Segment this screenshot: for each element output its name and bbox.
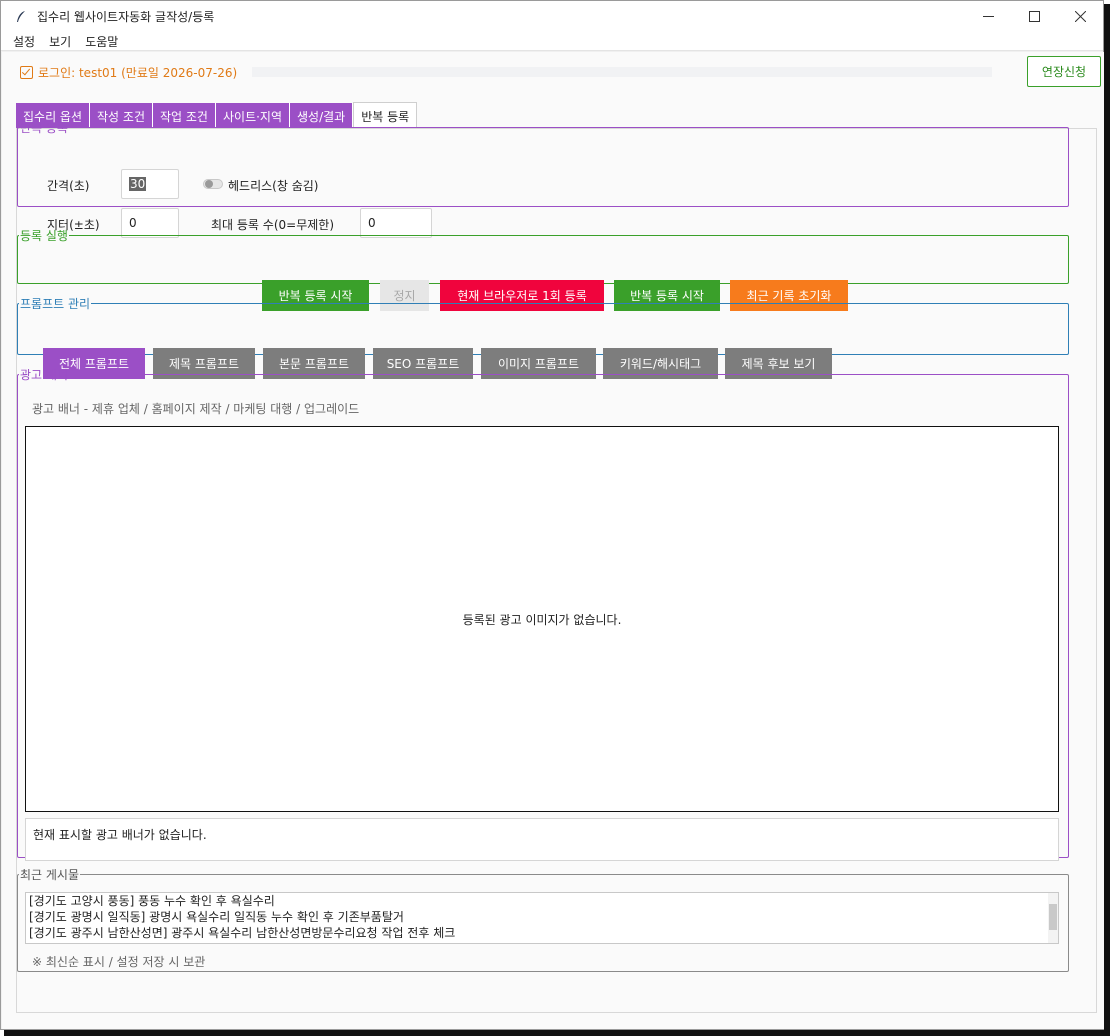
interval-input[interactable]: 30 bbox=[121, 169, 179, 199]
feather-icon bbox=[13, 9, 29, 25]
prompt-group: 프롬프트 관리 bbox=[17, 295, 1069, 355]
list-item[interactable]: [경기도 고양시 풍동] 풍동 누수 확인 후 욕실수리 bbox=[26, 893, 1058, 909]
main-content: 로그인: test01 (만료일 2026-07-26) 연장신청 집수리 옵션… bbox=[2, 52, 1104, 1029]
repeat-register-legend: 반복 등록 bbox=[20, 121, 68, 135]
menu-bar: 설정 보기 도움말 bbox=[1, 32, 1103, 51]
extend-button[interactable]: 연장신청 bbox=[1027, 56, 1101, 87]
minimize-icon bbox=[982, 16, 994, 17]
login-text: 로그인: test01 (만료일 2026-07-26) bbox=[38, 66, 238, 80]
window-title: 집수리 웹사이트자동화 글작성/등록 bbox=[37, 10, 215, 24]
minimize-button[interactable] bbox=[965, 1, 1011, 32]
recent-posts-legend: 최근 게시물 bbox=[20, 868, 80, 882]
title-bar: 집수리 웹사이트자동화 글작성/등록 bbox=[1, 1, 1103, 32]
checkbox-icon bbox=[20, 66, 33, 79]
app-window: 집수리 웹사이트자동화 글작성/등록 설정 보기 도움말 로그인: test01… bbox=[0, 0, 1104, 1030]
menu-help[interactable]: 도움말 bbox=[85, 33, 118, 50]
close-button[interactable] bbox=[1057, 1, 1103, 32]
run-group: 등록 실행 bbox=[17, 227, 1069, 284]
window-shadow bbox=[1104, 4, 1110, 1034]
license-progress-bar bbox=[252, 67, 992, 77]
ad-banner-legend: 광고 배너 bbox=[20, 368, 68, 382]
close-icon bbox=[1074, 11, 1086, 22]
list-item[interactable]: [경기도 광명시 일직동] 광명시 욕실수리 일직동 누수 확인 후 기존부품탈… bbox=[26, 909, 1058, 925]
list-item[interactable]: [경기도 광주시 남한산성면] 광주시 욕실수리 남한산성면방문수리요청 작업 … bbox=[26, 925, 1058, 941]
ad-empty-message: 등록된 광고 이미지가 없습니다. bbox=[462, 612, 622, 627]
recent-posts-note: ※ 최신순 표시 / 설정 저장 시 보관 bbox=[32, 955, 206, 969]
list-scrollbar[interactable] bbox=[1048, 893, 1058, 943]
headless-label: 헤드리스(창 숨김) bbox=[228, 179, 319, 193]
ad-banner-image-area[interactable]: 등록된 광고 이미지가 없습니다. bbox=[25, 426, 1059, 812]
menu-view[interactable]: 보기 bbox=[49, 33, 71, 50]
maximize-icon bbox=[1028, 11, 1040, 22]
ad-banner-subtitle: 광고 배너 - 제휴 업체 / 홈페이지 제작 / 마케팅 대행 / 업그레이드 bbox=[32, 402, 360, 416]
login-status: 로그인: test01 (만료일 2026-07-26) bbox=[20, 64, 237, 81]
prompt-legend: 프롬프트 관리 bbox=[20, 297, 91, 311]
interval-label: 간격(초) bbox=[47, 179, 90, 193]
run-legend: 등록 실행 bbox=[20, 229, 68, 243]
maximize-button[interactable] bbox=[1011, 1, 1057, 32]
recent-posts-list[interactable]: [경기도 고양시 풍동] 풍동 누수 확인 후 욕실수리 [경기도 광명시 일직… bbox=[25, 892, 1059, 944]
menu-settings[interactable]: 설정 bbox=[13, 33, 35, 50]
ad-status-box: 현재 표시할 광고 배너가 없습니다. bbox=[25, 818, 1059, 861]
headless-toggle[interactable] bbox=[203, 179, 223, 189]
scrollbar-thumb[interactable] bbox=[1049, 904, 1057, 930]
window-shadow bbox=[4, 1030, 1110, 1036]
